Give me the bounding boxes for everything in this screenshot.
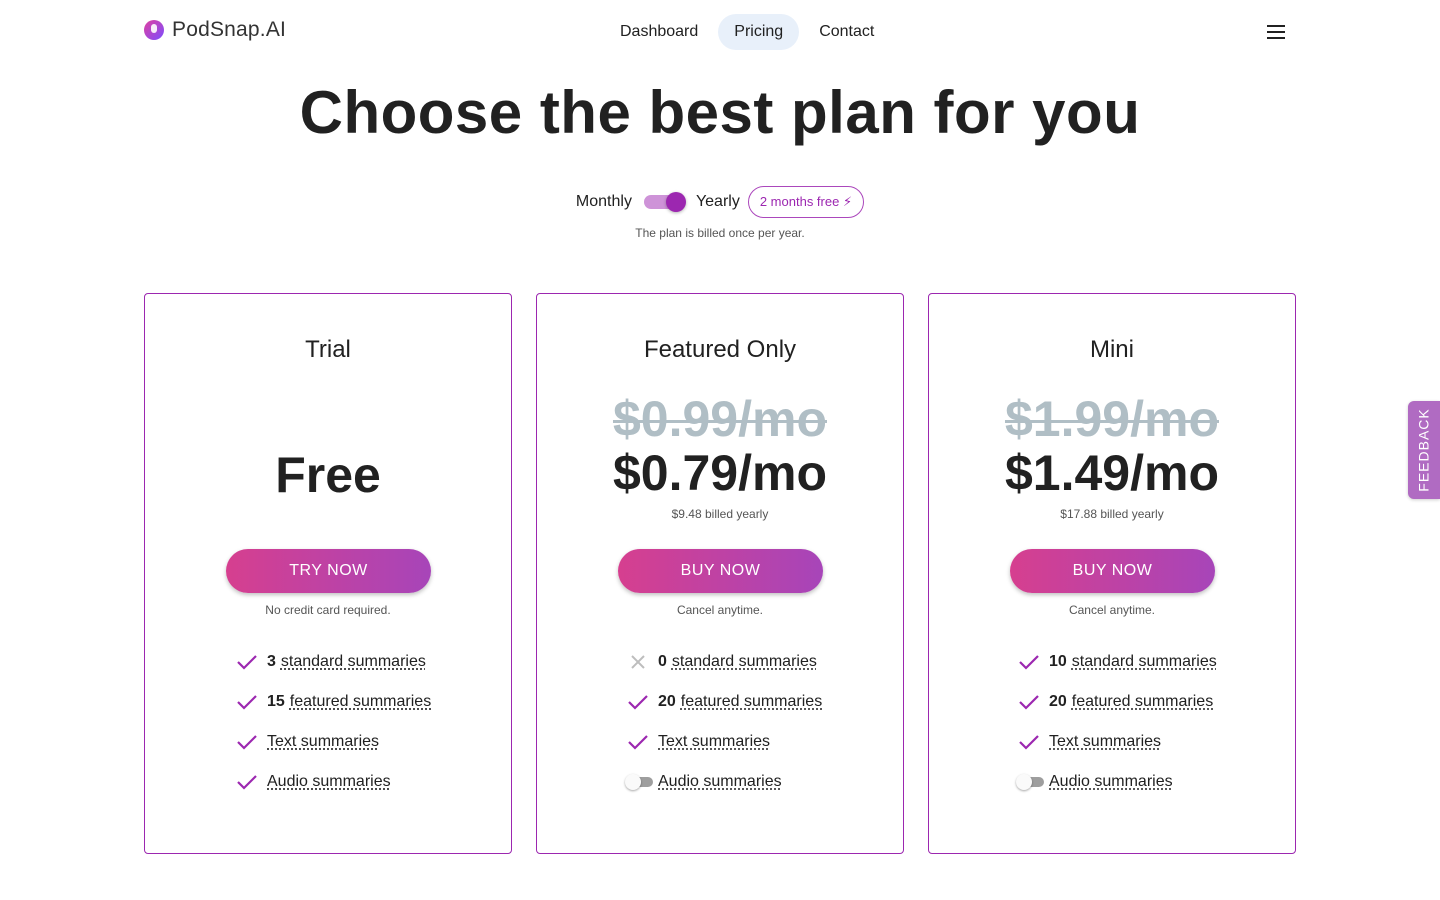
brand-name: PodSnap.AI [172, 18, 287, 41]
feature-label[interactable]: Text summaries [267, 733, 379, 751]
plan-name: Trial [305, 336, 351, 363]
feature-label[interactable]: Text summaries [1049, 733, 1161, 751]
check-icon [235, 770, 259, 794]
feature-count: 20 [1049, 693, 1067, 710]
billing-note: The plan is billed once per year. [635, 226, 805, 240]
billed-yearly-note: $17.88 billed yearly [1060, 507, 1164, 521]
billing-toggle-row: Monthly Yearly 2 months free ⚡ [0, 186, 1440, 218]
feature-item: Text summaries [235, 730, 379, 754]
plan-name: Featured Only [643, 336, 797, 363]
plan-price: $1.49/mo [1004, 445, 1219, 501]
check-icon [235, 730, 259, 754]
feature-item: 20 featured summaries [626, 690, 822, 714]
buy-now-button[interactable]: BUY NOW [1010, 549, 1215, 593]
plan-card-trial: Trial Free TRY NOW No credit card requir… [144, 293, 512, 854]
audio-addon-toggle[interactable] [625, 770, 653, 794]
page-title: Choose the best plan for you [299, 79, 1141, 146]
feature-label[interactable]: Audio summaries [267, 773, 391, 791]
feature-item: Text summaries [1017, 730, 1161, 754]
promo-badge: 2 months free ⚡ [747, 186, 865, 218]
feature-item: Text summaries [626, 730, 770, 754]
toggle-off-icon [1016, 770, 1044, 794]
feature-label[interactable]: featured summaries [290, 693, 431, 711]
toggle-off-icon [625, 770, 653, 794]
feature-item: Audio summaries [625, 770, 782, 794]
feedback-label: FEEDBACK [1416, 408, 1432, 492]
feature-label[interactable]: Audio summaries [658, 773, 782, 791]
monthly-label: Monthly [575, 193, 632, 210]
nav-pricing[interactable]: Pricing [718, 14, 800, 50]
feature-item: Audio summaries [1016, 770, 1173, 794]
check-icon [235, 650, 259, 674]
check-icon [626, 690, 650, 714]
buy-now-button[interactable]: BUY NOW [618, 549, 823, 593]
check-icon [1017, 690, 1041, 714]
plan-card-mini: Mini $1.99/mo $1.49/mo $17.88 billed yea… [928, 293, 1296, 854]
feature-count: 15 [267, 693, 285, 710]
check-icon [235, 690, 259, 714]
original-price: $0.99/mo [612, 391, 827, 447]
billing-period-switch[interactable] [643, 192, 686, 212]
feature-count: 0 [658, 653, 667, 670]
cta-note: No credit card required. [265, 603, 391, 617]
plan-price: $0.79/mo [612, 445, 827, 501]
feature-item: 20 featured summaries [1017, 690, 1213, 714]
cta-note: Cancel anytime. [676, 603, 764, 617]
feature-label[interactable]: featured summaries [1072, 693, 1213, 711]
plan-name: Mini [1089, 336, 1134, 363]
audio-addon-toggle[interactable] [1016, 770, 1044, 794]
main-nav: Dashboard Pricing Contact [604, 14, 890, 50]
cta-note: Cancel anytime. [1068, 603, 1156, 617]
switch-knob [665, 192, 686, 212]
feature-count: 20 [658, 693, 676, 710]
feature-count: 3 [267, 653, 276, 670]
cross-icon [626, 650, 650, 674]
nav-contact[interactable]: Contact [803, 14, 890, 50]
podcast-logo-icon [144, 20, 164, 40]
feature-item: 15 featured summaries [235, 690, 431, 714]
feature-label[interactable]: featured summaries [681, 693, 822, 711]
check-icon [626, 730, 650, 754]
feature-label[interactable]: standard summaries [672, 653, 817, 671]
feature-item: 0 standard summaries [626, 650, 817, 674]
feature-label[interactable]: Audio summaries [1049, 773, 1173, 791]
feature-label[interactable]: Text summaries [658, 733, 770, 751]
feature-item: 3 standard summaries [235, 650, 426, 674]
feature-item: Audio summaries [235, 770, 391, 794]
feature-label[interactable]: standard summaries [281, 653, 426, 671]
check-icon [1017, 730, 1041, 754]
check-icon [1017, 650, 1041, 674]
original-price: $1.99/mo [1004, 391, 1219, 447]
top-bar: PodSnap.AI Dashboard Pricing Contact [0, 0, 1440, 64]
feature-label[interactable]: standard summaries [1072, 653, 1217, 671]
billed-yearly-note: $9.48 billed yearly [671, 507, 769, 521]
brand-logo[interactable]: PodSnap.AI [144, 18, 286, 42]
feature-count: 10 [1049, 653, 1067, 670]
try-now-button[interactable]: TRY NOW [226, 549, 431, 593]
hamburger-menu-icon[interactable] [1262, 20, 1290, 44]
plan-card-featured-only: Featured Only $0.99/mo $0.79/mo $9.48 bi… [536, 293, 904, 854]
nav-dashboard[interactable]: Dashboard [604, 14, 714, 50]
feature-item: 10 standard summaries [1017, 650, 1217, 674]
feedback-tab[interactable]: FEEDBACK [1408, 401, 1440, 499]
yearly-label: Yearly [695, 193, 740, 210]
plan-price: Free [275, 447, 381, 503]
